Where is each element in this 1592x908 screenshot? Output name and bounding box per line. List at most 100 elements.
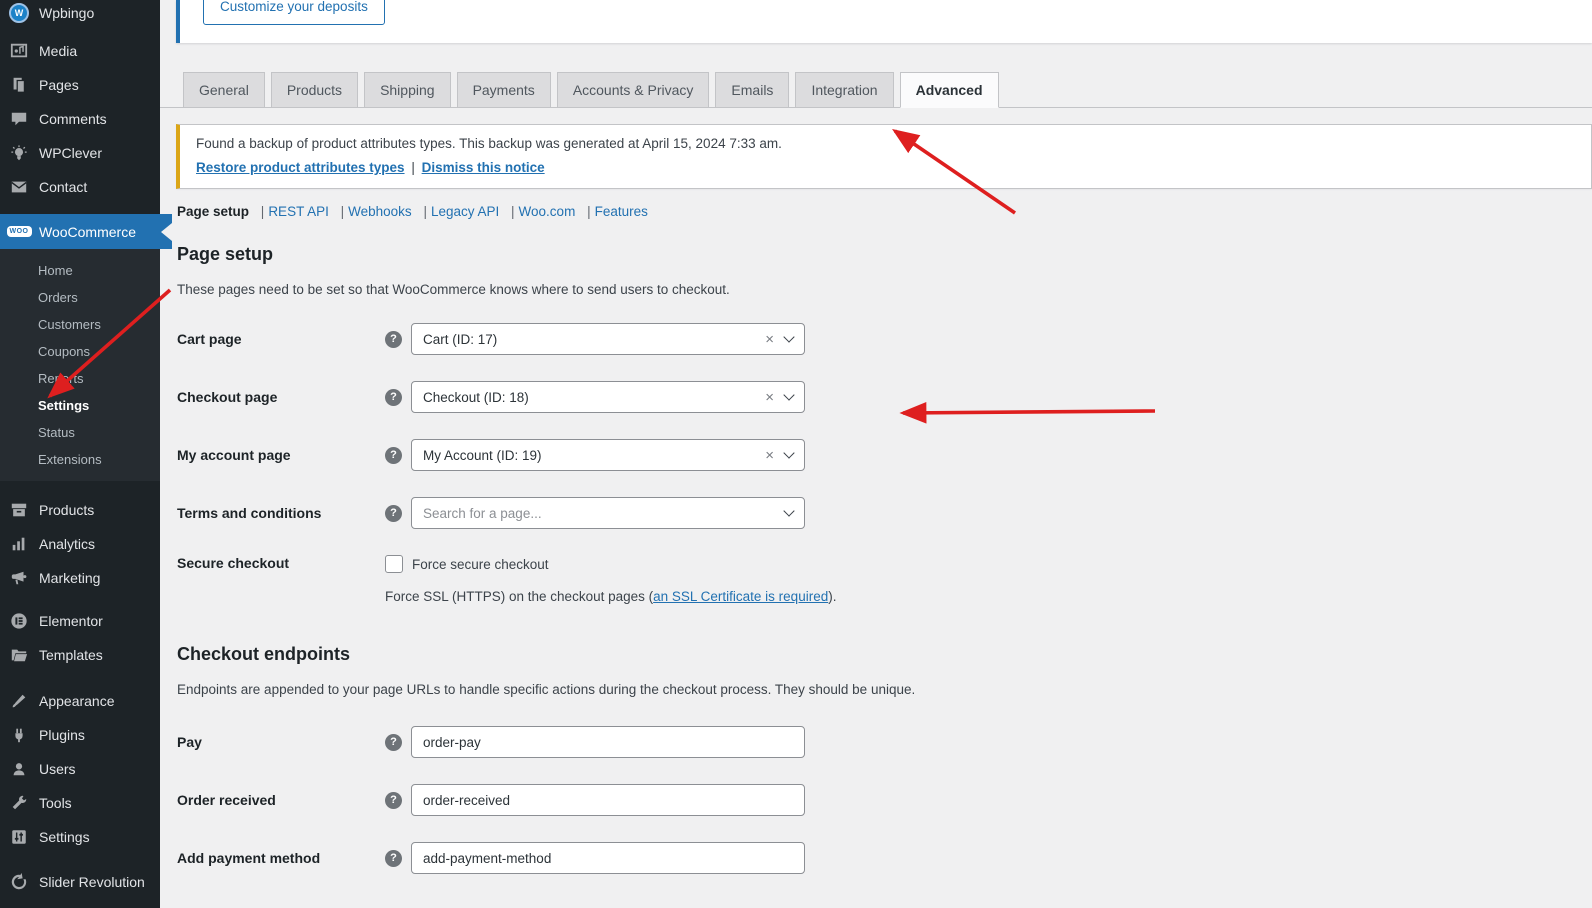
sidebar-item-media[interactable]: Media xyxy=(0,34,160,68)
chevron-down-icon xyxy=(783,505,794,516)
page-setup-title: Page setup xyxy=(177,244,1592,265)
sidebar-item-label: WPClever xyxy=(39,145,102,161)
account-page-label: My account page xyxy=(177,447,385,463)
rotate-icon xyxy=(9,872,29,892)
account-page-value: My Account (ID: 19) xyxy=(423,448,765,463)
ssl-desc-text: Force SSL (HTTPS) on the checkout pages … xyxy=(385,589,653,604)
order-received-label: Order received xyxy=(177,792,385,808)
sidebar-item-appearance[interactable]: Appearance xyxy=(0,684,160,718)
clear-selection-icon[interactable]: × xyxy=(765,447,774,464)
tab-accounts-privacy[interactable]: Accounts & Privacy xyxy=(557,72,710,108)
sidebar-item-site[interactable]: W Wpbingo xyxy=(0,0,160,26)
help-icon[interactable]: ? xyxy=(385,389,402,406)
media-icon xyxy=(9,41,29,61)
deposits-notice: Customize your deposits xyxy=(176,0,1592,43)
tab-payments[interactable]: Payments xyxy=(457,72,551,108)
subnav-separator: | xyxy=(341,204,345,219)
comments-icon xyxy=(9,109,29,129)
admin-sidebar: W Wpbingo Media Pages Comments WPClever … xyxy=(0,0,160,908)
submenu-item-status[interactable]: Status xyxy=(0,419,160,446)
sidebar-item-woocommerce[interactable]: WOO WooCommerce xyxy=(0,214,160,249)
submenu-item-orders[interactable]: Orders xyxy=(0,284,160,311)
order-received-endpoint-input[interactable] xyxy=(411,784,805,816)
restore-attributes-link[interactable]: Restore product attributes types xyxy=(196,160,405,175)
secure-checkout-label: Secure checkout xyxy=(177,555,385,571)
site-logo-icon: W xyxy=(9,3,29,23)
submenu-item-customers[interactable]: Customers xyxy=(0,311,160,338)
sidebar-item-plugins[interactable]: Plugins xyxy=(0,718,160,752)
current-menu-arrow xyxy=(160,214,172,249)
cart-page-select[interactable]: Cart (ID: 17) × xyxy=(411,323,805,355)
tab-integration[interactable]: Integration xyxy=(795,72,893,108)
sidebar-item-pages[interactable]: Pages xyxy=(0,68,160,102)
force-secure-checkout-checkbox[interactable] xyxy=(385,555,403,573)
sidebar-item-products[interactable]: Products xyxy=(0,493,160,527)
sidebar-item-elementor[interactable]: Elementor xyxy=(0,604,160,638)
page-setup-form: Cart page ? Cart (ID: 17) × Checkout pag… xyxy=(177,323,1592,604)
submenu-item-home[interactable]: Home xyxy=(0,257,160,284)
secure-checkout-row: Secure checkout Force secure checkout Fo… xyxy=(177,555,1592,604)
sidebar-item-analytics[interactable]: Analytics xyxy=(0,527,160,561)
tab-emails[interactable]: Emails xyxy=(715,72,789,108)
help-icon[interactable]: ? xyxy=(385,734,402,751)
woocommerce-icon: WOO xyxy=(9,222,29,242)
dismiss-notice-link[interactable]: Dismiss this notice xyxy=(422,160,545,175)
customize-deposits-button[interactable]: Customize your deposits xyxy=(203,0,385,25)
cart-page-label: Cart page xyxy=(177,331,385,347)
submenu-item-reports[interactable]: Reports xyxy=(0,365,160,392)
sidebar-item-users[interactable]: Users xyxy=(0,752,160,786)
tab-general[interactable]: General xyxy=(183,72,265,108)
account-page-select[interactable]: My Account (ID: 19) × xyxy=(411,439,805,471)
ssl-certificate-link[interactable]: an SSL Certificate is required xyxy=(653,589,828,604)
cart-page-value: Cart (ID: 17) xyxy=(423,332,765,347)
sidebar-item-tools[interactable]: Tools xyxy=(0,786,160,820)
subnav-legacy-api[interactable]: Legacy API xyxy=(431,204,499,219)
tab-products[interactable]: Products xyxy=(271,72,358,108)
add-payment-endpoint-input[interactable] xyxy=(411,842,805,874)
wrench-icon xyxy=(9,793,29,813)
tab-advanced[interactable]: Advanced xyxy=(900,72,999,108)
sidebar-item-label: Marketing xyxy=(39,570,100,586)
sidebar-item-label: Appearance xyxy=(39,693,115,709)
pay-label: Pay xyxy=(177,734,385,750)
sidebar-item-label: Products xyxy=(39,502,94,518)
help-icon[interactable]: ? xyxy=(385,505,402,522)
help-icon[interactable]: ? xyxy=(385,447,402,464)
subnav-page-setup[interactable]: Page setup xyxy=(177,204,249,219)
clear-selection-icon[interactable]: × xyxy=(765,331,774,348)
backup-warning-notice: Found a backup of product attributes typ… xyxy=(176,124,1592,189)
terms-page-select[interactable]: Search for a page... xyxy=(411,497,805,529)
sidebar-item-wpclever[interactable]: WPClever xyxy=(0,136,160,170)
link-separator: | xyxy=(411,160,415,175)
woocommerce-submenu: Home Orders Customers Coupons Reports Se… xyxy=(0,249,160,481)
submenu-item-settings[interactable]: Settings xyxy=(0,392,160,419)
sidebar-item-settings[interactable]: Settings xyxy=(0,820,160,854)
sidebar-item-label: Elementor xyxy=(39,613,103,629)
sidebar-item-comments[interactable]: Comments xyxy=(0,102,160,136)
subnav-features[interactable]: Features xyxy=(595,204,648,219)
sidebar-item-slider-revolution[interactable]: Slider Revolution xyxy=(0,865,160,899)
pay-endpoint-row: Pay ? xyxy=(177,726,1592,758)
subnav-separator: | xyxy=(423,204,427,219)
help-icon[interactable]: ? xyxy=(385,792,402,809)
pay-endpoint-input[interactable] xyxy=(411,726,805,758)
tab-shipping[interactable]: Shipping xyxy=(364,72,451,108)
help-icon[interactable]: ? xyxy=(385,850,402,867)
chevron-down-icon xyxy=(783,331,794,342)
sidebar-item-templates[interactable]: Templates xyxy=(0,638,160,672)
sidebar-item-contact[interactable]: Contact xyxy=(0,170,160,204)
help-icon[interactable]: ? xyxy=(385,331,402,348)
sidebar-item-marketing[interactable]: Marketing xyxy=(0,561,160,595)
subnav-webhooks[interactable]: Webhooks xyxy=(348,204,412,219)
subnav-rest-api[interactable]: REST API xyxy=(268,204,329,219)
submenu-item-coupons[interactable]: Coupons xyxy=(0,338,160,365)
submenu-item-extensions[interactable]: Extensions xyxy=(0,446,160,473)
sidebar-item-label: Comments xyxy=(39,111,107,127)
sidebar-item-label: Plugins xyxy=(39,727,85,743)
clear-selection-icon[interactable]: × xyxy=(765,389,774,406)
subnav-woo-com[interactable]: Woo.com xyxy=(519,204,576,219)
sidebar-item-label: Templates xyxy=(39,647,103,663)
ssl-desc-text: ). xyxy=(828,589,836,604)
checkout-page-select[interactable]: Checkout (ID: 18) × xyxy=(411,381,805,413)
subnav-separator: | xyxy=(261,204,265,219)
